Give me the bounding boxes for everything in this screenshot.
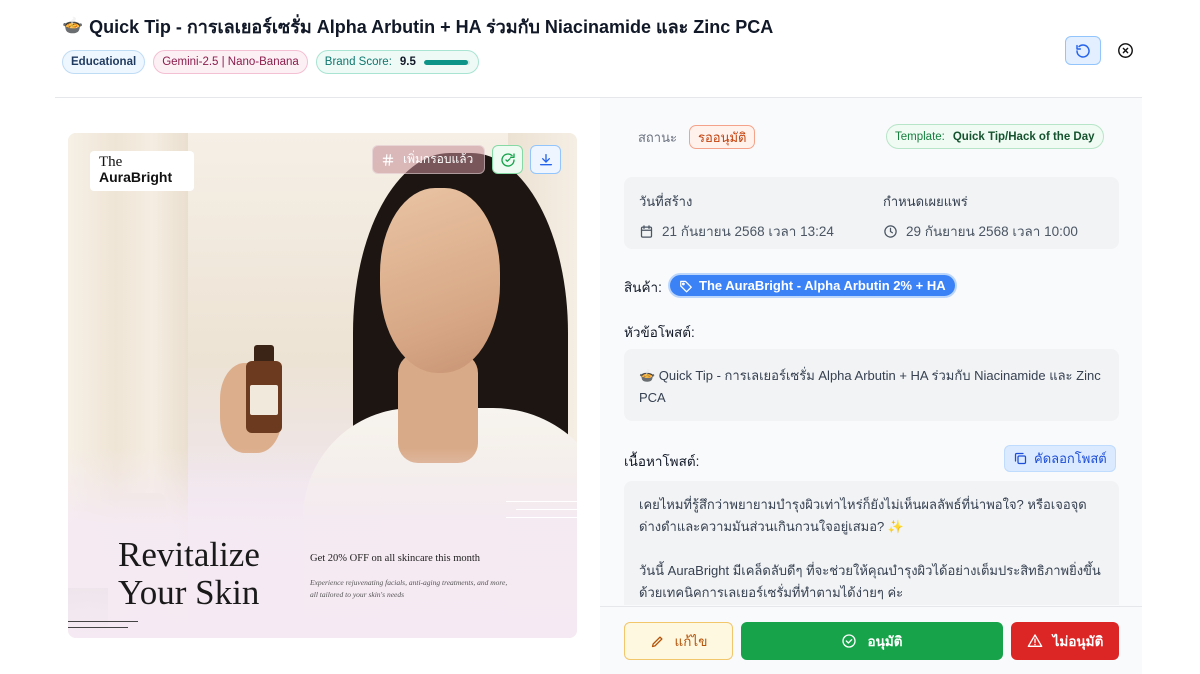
- publish-date: กำหนดเผยแพร่ 29 กันยายน 2568 เวลา 10:00: [883, 191, 1078, 242]
- template-label: Template:: [895, 130, 945, 143]
- created-value-row: 21 กันยายน 2568 เวลา 13:24: [639, 220, 834, 242]
- brand-score-bar: [423, 59, 470, 65]
- pencil-icon: [651, 636, 663, 647]
- pot-emoji-icon: 🍲: [62, 16, 84, 35]
- headline-line2: Your Skin: [118, 573, 260, 612]
- product-chip-label: The AuraBright - Alpha Arbutin 2% + HA: [699, 278, 946, 293]
- publish-label: กำหนดเผยแพร่: [883, 194, 968, 209]
- approve-label: อนุมัติ: [867, 634, 903, 649]
- template-badge: Template: Quick Tip/Hack of the Day: [886, 124, 1104, 149]
- image-offer-text: Get 20% OFF on all skincare this month: [310, 553, 481, 564]
- page-title-text: Quick Tip - การเลเยอร์เซรั่ม Alpha Arbut…: [89, 16, 774, 37]
- refresh-icon: [1076, 43, 1090, 58]
- badge-row: Educational Gemini-2.5 | Nano-Banana Bra…: [62, 50, 479, 74]
- serum-bottle-label: [250, 385, 278, 415]
- refresh-button[interactable]: [1065, 36, 1101, 65]
- created-label: วันที่สร้าง: [639, 194, 693, 209]
- frame-added-button[interactable]: เพิ่มกรอบแล้ว: [372, 145, 485, 174]
- template-value: Quick Tip/Hack of the Day: [952, 130, 1095, 143]
- warning-icon: [1027, 634, 1042, 647]
- model-face: [380, 188, 500, 373]
- close-button[interactable]: [1114, 39, 1136, 61]
- page-title: 🍲 Quick Tip - การเลเยอร์เซรั่ม Alpha Arb…: [62, 14, 1142, 38]
- check-circle-icon: [842, 634, 857, 648]
- download-image-button[interactable]: [530, 145, 561, 174]
- brand-logo: The AuraBright: [90, 151, 194, 191]
- post-content-box[interactable]: เคยไหมที่รู้สึกว่าพยายามบำรุงผิวเท่าไหร่…: [624, 481, 1119, 605]
- calendar-icon: [640, 224, 653, 238]
- copy-post-button[interactable]: คัดลอกโพสต์: [1004, 445, 1116, 472]
- content-label: เนื้อหาโพสต์:: [624, 454, 700, 469]
- brand-score-value: 9.5: [399, 56, 416, 68]
- regenerate-image-button[interactable]: [492, 145, 523, 174]
- reject-button[interactable]: ไม่อนุมัติ: [1011, 622, 1119, 660]
- created-value: 21 กันยายน 2568 เวลา 13:24: [662, 224, 834, 239]
- status-label: สถานะ: [638, 129, 677, 145]
- model-badge: Gemini-2.5 | Nano-Banana: [153, 50, 308, 74]
- frame-added-label: เพิ่มกรอบแล้ว: [403, 152, 474, 166]
- sparkle-line: [68, 627, 128, 628]
- headline-line1: Revitalize: [118, 535, 260, 574]
- copy-icon: [1014, 452, 1027, 465]
- brand-score-fill: [423, 59, 468, 65]
- created-date: วันที่สร้าง 21 กันยายน 2568 เวลา 13:24: [639, 191, 834, 242]
- reject-label: ไม่อนุมัติ: [1052, 634, 1104, 649]
- topic-box: 🍲 Quick Tip - การเลเยอร์เซรั่ม Alpha Arb…: [624, 349, 1119, 421]
- status-row: สถานะ รออนุมัติ: [638, 125, 756, 149]
- download-icon: [539, 153, 552, 165]
- brand-score-label: Brand Score:: [324, 56, 392, 68]
- actions-divider: [600, 606, 1142, 607]
- product-chip[interactable]: The AuraBright - Alpha Arbutin 2% + HA: [668, 273, 957, 298]
- brand-score-badge: Brand Score: 9.5: [315, 50, 479, 74]
- product-label: สินค้า:: [624, 280, 662, 295]
- status-badge: รออนุมัติ: [688, 125, 756, 149]
- topic-label: หัวข้อโพสต์:: [624, 325, 695, 340]
- sparkle-line: [68, 621, 138, 622]
- publish-value: 29 กันยายน 2568 เวลา 10:00: [906, 224, 1078, 239]
- clock-icon: [884, 224, 897, 238]
- brand-logo-line2: AuraBright: [99, 169, 173, 185]
- dates-card: วันที่สร้าง 21 กันยายน 2568 เวลา 13:24 ก…: [624, 177, 1119, 249]
- generated-post-image: The AuraBright เพิ่มกรอบแล้ว Revitalize …: [68, 133, 577, 638]
- header: 🍲 Quick Tip - การเลเยอร์เซรั่ม Alpha Arb…: [62, 14, 1142, 74]
- sparkle-line: [506, 517, 577, 518]
- post-content-text: เคยไหมที่รู้สึกว่าพยายามบำรุงผิวเท่าไหร่…: [639, 497, 1101, 600]
- edit-label: แก้ไข: [674, 634, 708, 649]
- crop-hash-icon: [382, 153, 394, 166]
- sparkle-line: [506, 501, 577, 502]
- image-offer-subtext: Experience rejuvenating facials, anti-ag…: [310, 578, 508, 599]
- close-circle-icon: [1117, 42, 1133, 58]
- publish-value-row: 29 กันยายน 2568 เวลา 10:00: [883, 220, 1078, 242]
- tag-icon: [680, 280, 692, 292]
- brand-logo-line1: The: [99, 154, 123, 170]
- edit-button[interactable]: แก้ไข: [624, 622, 733, 660]
- regenerate-icon: [500, 152, 515, 167]
- image-headline: Revitalize Your Skin: [118, 536, 260, 612]
- approve-button[interactable]: อนุมัติ: [741, 622, 1003, 660]
- sparkle-line: [516, 509, 577, 510]
- type-badge: Educational: [62, 50, 146, 74]
- copy-post-label: คัดลอกโพสต์: [1034, 451, 1107, 466]
